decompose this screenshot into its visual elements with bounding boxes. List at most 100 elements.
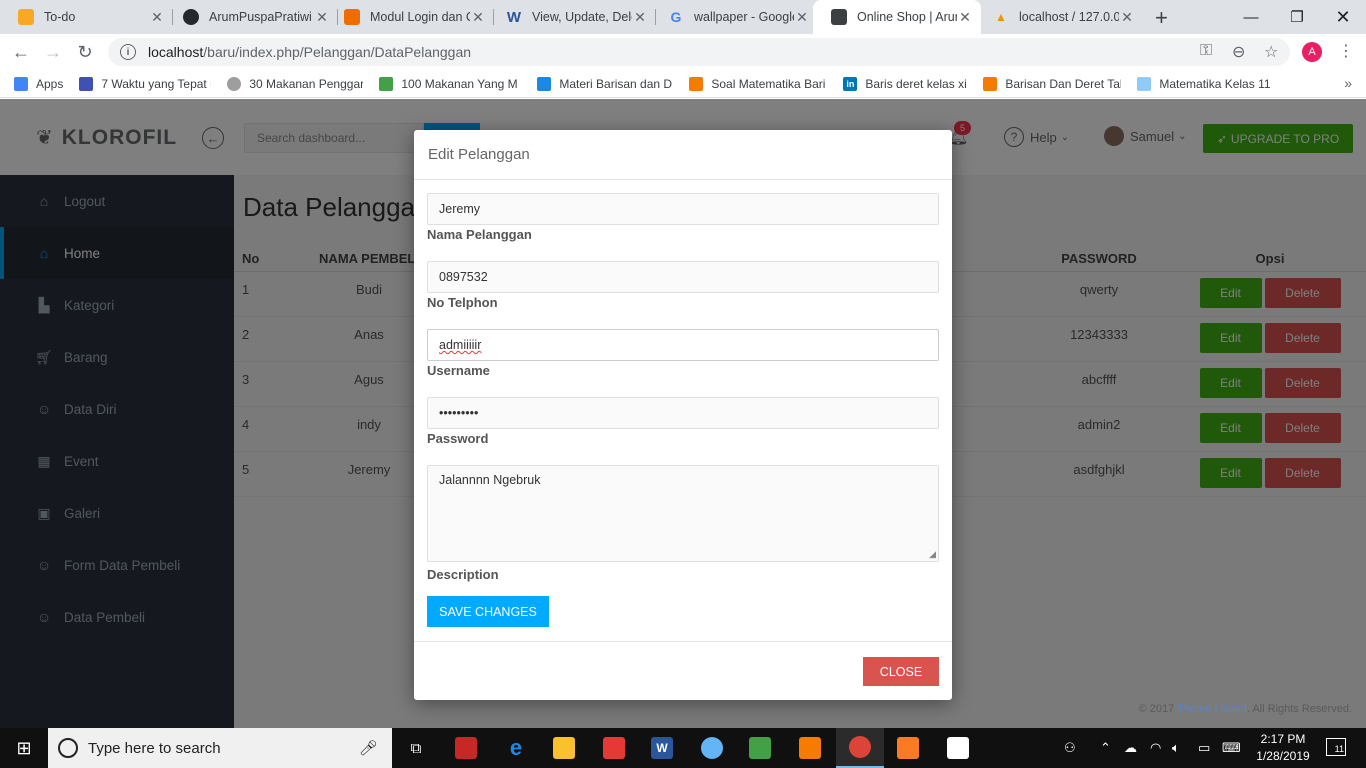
url-host: localhost [148,44,204,60]
chevron-up-icon[interactable]: ⌃ [1100,728,1111,768]
menu-kebab-icon[interactable]: ⋮ [1338,41,1354,61]
blogger-icon [983,76,998,91]
clock-date: 1/28/2019 [1256,749,1310,763]
microphone-icon[interactable]: 🎤︎ [359,739,378,757]
bookmark-label: Soal Matematika Bari [711,76,826,91]
window-close-icon[interactable]: ✕ [1320,0,1366,34]
keyboard-icon[interactable]: ⌨ [1222,728,1241,768]
footer-prefix: © 2017 [1138,703,1178,715]
save-changes-button[interactable]: SAVE CHANGES [427,596,549,627]
bookmark-item[interactable]: Soal Matematika Bari [689,76,827,91]
action-center-icon[interactable]: 11 [1326,738,1346,756]
close-tab-icon[interactable]: ✕ [632,9,648,26]
task-view-icon[interactable]: ⧉ [392,728,440,768]
klorofil-favicon-icon [831,9,847,25]
browser-tab[interactable]: Modul Login dan C ✕ [326,0,494,34]
close-tab-icon[interactable]: ✕ [1119,9,1135,26]
url-path: /baru/index.php/Pelanggan/DataPelanggan [203,44,472,60]
bookmark-item[interactable]: 100 Makanan Yang M [379,76,521,91]
back-arrow-icon[interactable]: ← [10,42,32,63]
modal-body: Jeremy Nama Pelanggan 0897532 No Telphon… [414,180,952,627]
bookmark-item[interactable]: in Baris deret kelas xi [843,76,967,91]
forward-arrow-icon[interactable]: → [42,42,64,63]
xampp-icon[interactable] [884,728,932,768]
browser-tab-active[interactable]: Online Shop | Arum ✕ [813,0,981,34]
restore-icon[interactable]: ❐ [1274,0,1320,34]
password-input[interactable]: ••••••••• [427,397,939,429]
bookmark-label: Apps [36,76,64,91]
wifi-icon[interactable]: ◠ [1150,728,1161,768]
edge-icon[interactable]: e [492,728,540,768]
battery-icon[interactable]: ▭ [1198,728,1210,768]
zoom-icon[interactable]: ⊖ [1232,42,1245,62]
bookmark-item[interactable]: Barisan Dan Deret Tal [983,76,1121,91]
taskbar-search-box[interactable]: Type here to search 🎤︎ [48,728,392,768]
field-label: Description [427,567,499,582]
bookmark-label: Matematika Kelas 11 [1159,76,1271,91]
bookmark-item[interactable]: Materi Barisan dan D [537,76,673,91]
close-tab-icon[interactable]: ✕ [794,9,810,26]
bookmark-item[interactable]: 7 Waktu yang Tepat u [79,76,212,91]
field-label: Password [427,431,489,446]
people-icon[interactable]: ⚇ [1064,728,1076,768]
close-tab-icon[interactable]: ✕ [957,9,973,26]
description-textarea[interactable]: Jalannnn Ngebruk ◢ [427,465,939,562]
video-editor-icon[interactable] [934,728,982,768]
address-bar[interactable]: i localhost/baru/index.php/Pelanggan/Dat… [108,38,1290,66]
profile-avatar[interactable]: A [1302,42,1322,62]
windows-start-icon[interactable]: ⊞ [0,728,48,768]
resize-grip-icon[interactable]: ◢ [929,549,936,560]
microsoft-store-icon[interactable] [590,728,638,768]
clock-time: 2:17 PM [1260,732,1306,746]
minimize-icon[interactable]: — [1228,0,1274,34]
footer-link[interactable]: Theme I Need [1177,703,1247,715]
taskbar-clock[interactable]: 2:17 PM 1/28/2019 [1248,731,1318,765]
bookmark-label: 7 Waktu yang Tepat u [101,76,212,91]
github-favicon-icon [183,9,199,25]
blogger-icon [689,76,704,91]
bookmark-label: 100 Makanan Yang M [401,76,518,91]
bookmark-star-icon[interactable]: ☆ [1264,42,1278,62]
username-value: admiiiiir [439,338,482,352]
bookmark-item[interactable]: Matematika Kelas 11 [1137,76,1277,91]
browser-tab[interactable]: W View, Update, Dele ✕ [488,0,656,34]
browser-toolbar: ← → ↻ i localhost/baru/index.php/Pelangg… [0,34,1366,70]
bookmark-item[interactable]: 30 Makanan Penggar [227,76,364,91]
username-input[interactable]: admiiiiir [427,329,939,361]
blogger-icon[interactable] [786,728,834,768]
reload-icon[interactable]: ↻ [74,42,96,63]
bookmarks-overflow-icon[interactable]: » [1344,75,1352,91]
bookmark-label: 30 Makanan Penggar [249,76,364,91]
bookmark-favicon-icon [537,76,552,91]
bookmark-apps[interactable]: Apps [14,76,64,91]
browser-tab[interactable]: ArumPuspaPratiwi ✕ [165,0,338,34]
browser-tab[interactable]: To-do ✕ [0,0,173,34]
field-label: Nama Pelanggan [427,227,532,242]
tab-title: ArumPuspaPratiwi [209,10,312,24]
volume-icon[interactable]: 🔈︎ [1172,728,1180,768]
browser-tab[interactable]: G wallpaper - Google ✕ [650,0,818,34]
store-bag-icon[interactable] [736,728,784,768]
word-icon[interactable]: W [638,728,686,768]
bookmarks-bar: Apps 7 Waktu yang Tepat u 30 Makanan Pen… [0,70,1366,98]
browser-tab-bar: To-do ✕ ArumPuspaPratiwi ✕ Modul Login d… [0,0,1366,34]
nama-pelanggan-input[interactable]: Jeremy [427,193,939,225]
phpmyadmin-favicon-icon: ▲ [995,10,1007,24]
close-tab-icon[interactable]: ✕ [149,9,165,26]
close-button[interactable]: CLOSE [863,657,939,686]
chrome-icon[interactable] [836,728,884,768]
bookmark-label: Materi Barisan dan D [559,76,673,91]
site-info-icon[interactable]: i [120,44,136,60]
tab-title: Online Shop | Arum [857,10,957,24]
close-tab-icon[interactable]: ✕ [470,9,486,26]
new-tab-button[interactable]: + [1155,5,1168,31]
cloud-icon[interactable]: ☁ [1124,728,1137,768]
key-icon[interactable]: ⚿ [1200,42,1212,60]
file-explorer-icon[interactable] [540,728,588,768]
tab-title: View, Update, Dele [532,10,632,24]
app-icon[interactable] [688,728,736,768]
no-telphon-input[interactable]: 0897532 [427,261,939,293]
app-pdf-icon[interactable] [442,728,490,768]
browser-tab[interactable]: ▲ localhost / 127.0.0 ✕ [975,0,1143,34]
bookmark-label: Baris deret kelas xi [865,76,967,91]
